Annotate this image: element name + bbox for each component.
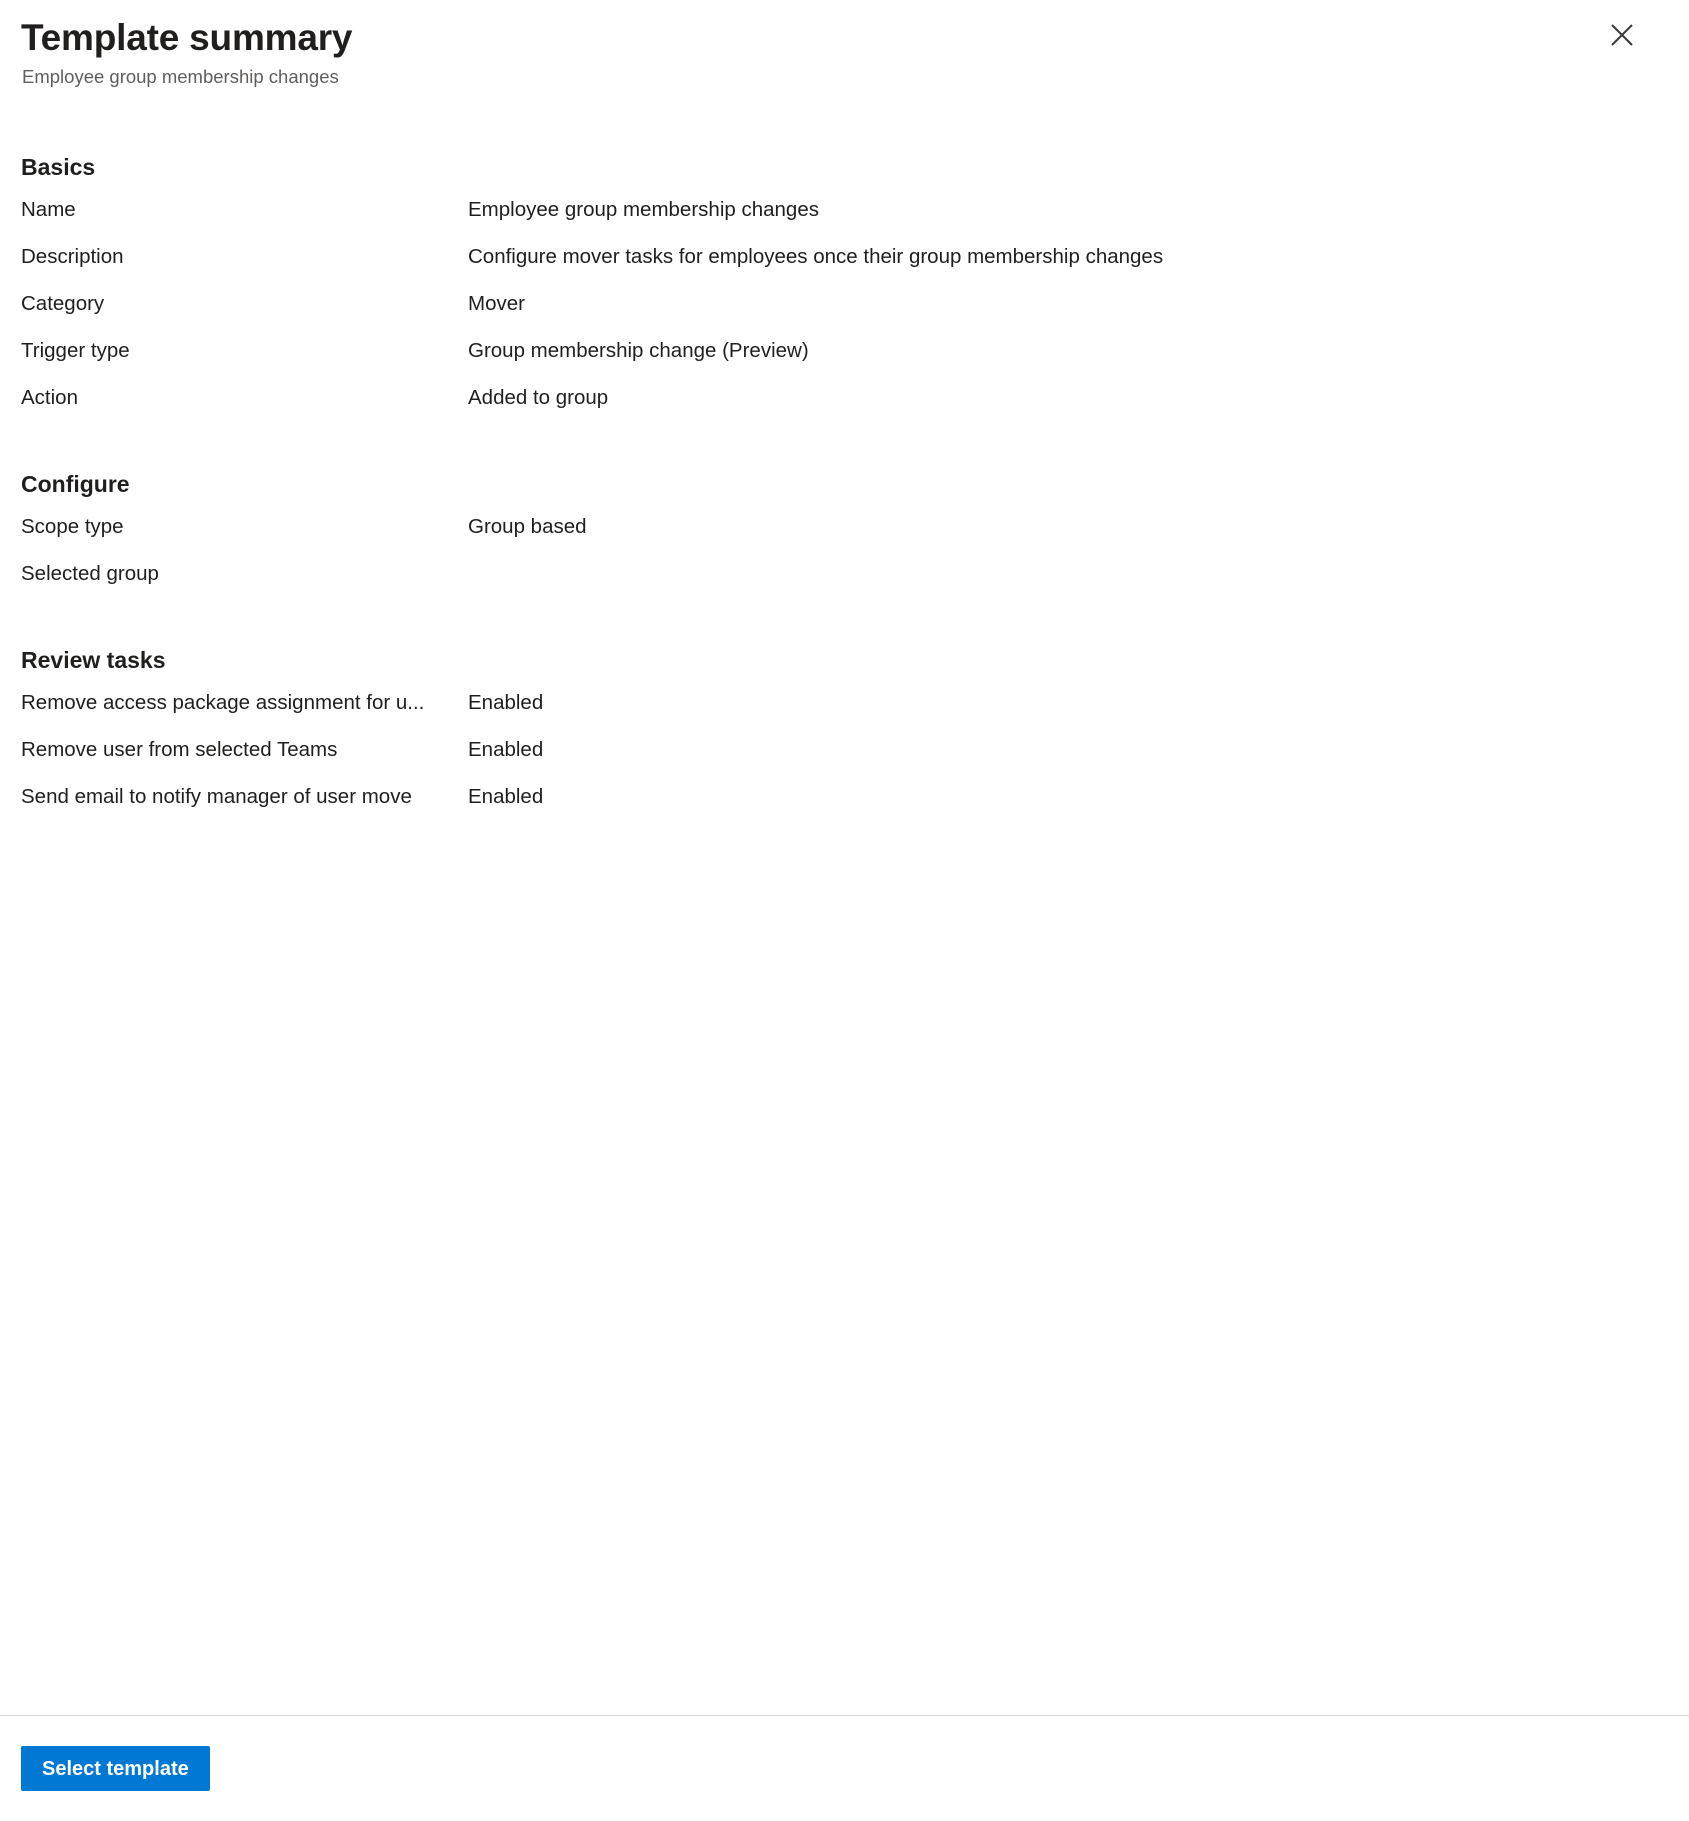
- summary-row: Action Added to group: [21, 384, 1665, 431]
- close-button[interactable]: [1601, 14, 1643, 56]
- summary-row: Scope type Group based: [21, 513, 1665, 560]
- panel-header: Template summary Employee group membersh…: [0, 0, 1689, 90]
- panel-footer: Select template: [0, 1715, 1689, 1821]
- row-label: Description: [21, 245, 124, 268]
- row-value: Group based: [468, 515, 587, 538]
- section-review-tasks: Review tasks Remove access package assig…: [21, 607, 1665, 830]
- summary-row: Send email to notify manager of user mov…: [21, 783, 1665, 830]
- summary-row: Description Configure mover tasks for em…: [21, 243, 1665, 290]
- row-value: Enabled: [468, 738, 544, 761]
- row-label: Selected group: [21, 562, 159, 585]
- summary-row: Remove user from selected Teams Enabled: [21, 736, 1665, 783]
- row-value: Added to group: [468, 386, 609, 409]
- section-basics: Basics Name Employee group membership ch…: [21, 90, 1665, 431]
- row-value: Employee group membership changes: [468, 198, 819, 221]
- section-configure: Configure Scope type Group based Selecte…: [21, 431, 1665, 607]
- row-value: Enabled: [468, 691, 544, 714]
- panel-body: Basics Name Employee group membership ch…: [0, 90, 1689, 1273]
- summary-row: Remove access package assignment for u..…: [21, 689, 1665, 736]
- basics-rows: Name Employee group membership changes D…: [21, 196, 1665, 431]
- row-value: Enabled: [468, 785, 544, 808]
- row-label: Trigger type: [21, 339, 130, 362]
- row-value: Configure mover tasks for employees once…: [468, 245, 1164, 268]
- row-value: Mover: [468, 292, 525, 315]
- row-value: Group membership change (Preview): [468, 339, 809, 362]
- row-label: Remove user from selected Teams: [21, 738, 338, 761]
- row-label: Scope type: [21, 515, 124, 538]
- summary-row: Trigger type Group membership change (Pr…: [21, 337, 1665, 384]
- row-label: Category: [21, 292, 105, 315]
- section-title-basics: Basics: [21, 154, 96, 180]
- row-label: Remove access package assignment for u..…: [21, 691, 425, 714]
- page-title: Template summary: [21, 17, 353, 58]
- page-subtitle: Employee group membership changes: [22, 66, 339, 87]
- row-label: Name: [21, 198, 76, 221]
- template-summary-panel: Template summary Employee group membersh…: [0, 0, 1689, 1821]
- review-tasks-rows: Remove access package assignment for u..…: [21, 689, 1665, 830]
- row-label: Send email to notify manager of user mov…: [21, 785, 412, 808]
- summary-row: Selected group: [21, 560, 1665, 607]
- row-label: Action: [21, 386, 78, 409]
- summary-row: Name Employee group membership changes: [21, 196, 1665, 243]
- section-title-review-tasks: Review tasks: [21, 647, 166, 673]
- configure-rows: Scope type Group based Selected group: [21, 513, 1665, 607]
- close-icon: [1609, 22, 1635, 48]
- select-template-button[interactable]: Select template: [21, 1746, 210, 1791]
- section-title-configure: Configure: [21, 471, 130, 497]
- summary-row: Category Mover: [21, 290, 1665, 337]
